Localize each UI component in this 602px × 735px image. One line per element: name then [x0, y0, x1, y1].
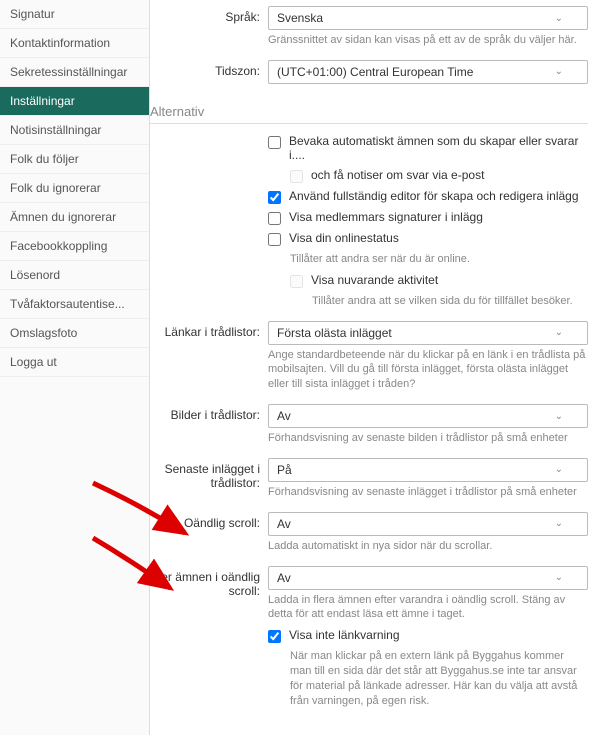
sidebar-item-following[interactable]: Folk du följer: [0, 145, 149, 174]
full-editor-checkbox[interactable]: [268, 191, 281, 204]
signatures-label: Visa medlemmars signaturer i inlägg: [289, 210, 483, 224]
annotation-arrow-2: [85, 530, 180, 600]
chevron-down-icon: ⌄: [555, 518, 563, 529]
watch-auto-checkbox[interactable]: [268, 136, 281, 149]
hide-link-warning-checkbox[interactable]: [268, 630, 281, 643]
more-topics-hint: Ladda in flera ämnen efter varandra i oä…: [268, 593, 588, 623]
field-more-topics: Fler ämnen i oändlig scroll: Av ⌄ Ladda …: [150, 560, 588, 623]
email-notif-label: och få notiser om svar via e-post: [311, 168, 484, 182]
checkbox-signatures[interactable]: Visa medlemmars signaturer i inlägg: [268, 210, 588, 225]
chevron-down-icon: ⌄: [555, 572, 563, 583]
sidebar-item-privacy[interactable]: Sekretessinställningar: [0, 58, 149, 87]
settings-sidebar: Signatur Kontaktinformation Sekretessins…: [0, 0, 150, 735]
links-thread-select[interactable]: Första olästa inlägget ⌄: [268, 321, 588, 345]
field-language: Språk: Svenska ⌄ Gränssnittet av sidan k…: [150, 0, 588, 48]
more-topics-value: Av: [277, 571, 291, 585]
checkbox-email-notif[interactable]: och få notiser om svar via e-post: [290, 168, 588, 183]
chevron-down-icon: ⌄: [555, 411, 563, 422]
sidebar-item-password[interactable]: Lösenord: [0, 261, 149, 290]
watch-auto-label: Bevaka automatiskt ämnen som du skapar e…: [289, 134, 588, 162]
sidebar-item-signature[interactable]: Signatur: [0, 0, 149, 29]
checkbox-hide-link-warning[interactable]: Visa inte länkvarning: [268, 628, 588, 643]
images-thread-hint: Förhandsvisning av senaste bilden i tråd…: [268, 431, 588, 446]
timezone-value: (UTC+01:00) Central European Time: [277, 65, 473, 79]
links-thread-value: Första olästa inlägget: [277, 326, 392, 340]
sidebar-item-2fa[interactable]: Tvåfaktorsautentise...: [0, 290, 149, 319]
more-topics-select[interactable]: Av ⌄: [268, 566, 588, 590]
chevron-down-icon: ⌄: [555, 66, 563, 77]
sidebar-item-settings[interactable]: Inställningar: [0, 87, 149, 116]
show-activity-checkbox[interactable]: [290, 275, 303, 288]
sidebar-item-ignoring-topics[interactable]: Ämnen du ignorerar: [0, 203, 149, 232]
chevron-down-icon: ⌄: [555, 13, 563, 24]
chevron-down-icon: ⌄: [555, 327, 563, 338]
checkbox-show-activity[interactable]: Visa nuvarande aktivitet: [290, 273, 588, 288]
field-images-thread: Bilder i trådlistor: Av ⌄ Förhandsvisnin…: [150, 398, 588, 446]
images-thread-label: Bilder i trådlistor:: [150, 404, 268, 446]
infinite-scroll-value: Av: [277, 517, 291, 531]
signatures-checkbox[interactable]: [268, 212, 281, 225]
sidebar-item-logout[interactable]: Logga ut: [0, 348, 149, 377]
show-activity-label: Visa nuvarande aktivitet: [311, 273, 438, 287]
sidebar-item-facebook[interactable]: Facebookkoppling: [0, 232, 149, 261]
settings-main: Språk: Svenska ⌄ Gränssnittet av sidan k…: [150, 0, 602, 735]
field-timezone: Tidszon: (UTC+01:00) Central European Ti…: [150, 54, 588, 84]
hide-link-warning-label: Visa inte länkvarning: [289, 628, 400, 642]
latest-post-hint: Förhandsvisning av senaste inlägget i tr…: [268, 485, 588, 500]
latest-post-value: På: [277, 463, 292, 477]
infinite-scroll-select[interactable]: Av ⌄: [268, 512, 588, 536]
links-thread-label: Länkar i trådlistor:: [150, 321, 268, 393]
checkbox-watch-auto[interactable]: Bevaka automatiskt ämnen som du skapar e…: [268, 134, 588, 162]
section-alternatives: Alternativ: [150, 98, 588, 124]
chevron-down-icon: ⌄: [555, 464, 563, 475]
email-notif-checkbox[interactable]: [290, 170, 303, 183]
field-infinite-scroll: Oändlig scroll: Av ⌄ Ladda automatiskt i…: [150, 506, 588, 554]
sidebar-item-contact[interactable]: Kontaktinformation: [0, 29, 149, 58]
timezone-label: Tidszon:: [150, 60, 268, 84]
online-status-label: Visa din onlinestatus: [289, 231, 399, 245]
field-latest-post: Senaste inlägget i trådlistor: På ⌄ Förh…: [150, 452, 588, 500]
language-value: Svenska: [277, 11, 323, 25]
images-thread-select[interactable]: Av ⌄: [268, 404, 588, 428]
timezone-select[interactable]: (UTC+01:00) Central European Time ⌄: [268, 60, 588, 84]
online-status-hint: Tillåter att andra ser när du är online.: [290, 252, 588, 267]
latest-post-select[interactable]: På ⌄: [268, 458, 588, 482]
field-links-thread: Länkar i trådlistor: Första olästa inläg…: [150, 315, 588, 393]
sidebar-item-ignoring-people[interactable]: Folk du ignorerar: [0, 174, 149, 203]
checkbox-full-editor[interactable]: Använd fullständig editor för skapa och …: [268, 189, 588, 204]
sidebar-item-cover-photo[interactable]: Omslagsfoto: [0, 319, 149, 348]
language-label: Språk:: [150, 6, 268, 48]
infinite-scroll-hint: Ladda automatiskt in nya sidor när du sc…: [268, 539, 588, 554]
language-select[interactable]: Svenska ⌄: [268, 6, 588, 30]
language-hint: Gränssnittet av sidan kan visas på ett a…: [268, 33, 588, 48]
online-status-checkbox[interactable]: [268, 233, 281, 246]
full-editor-label: Använd fullständig editor för skapa och …: [289, 189, 579, 203]
sidebar-item-notifications[interactable]: Notisinställningar: [0, 116, 149, 145]
checkbox-online-status[interactable]: Visa din onlinestatus: [268, 231, 588, 246]
links-thread-hint: Ange standardbeteende när du klickar på …: [268, 348, 588, 393]
show-activity-hint: Tillåter andra att se vilken sida du för…: [312, 294, 588, 309]
images-thread-value: Av: [277, 409, 291, 423]
